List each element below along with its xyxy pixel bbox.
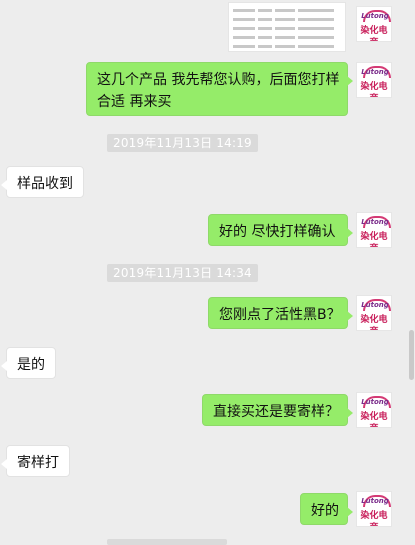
avatar-brand-top: Lutong — [361, 398, 389, 406]
avatar-brand-top: Lutong — [361, 218, 389, 226]
sender-avatar[interactable]: Lutong 染化电商 — [356, 6, 392, 42]
message-text-line: 合适 再来买 — [97, 94, 172, 110]
message-bubble[interactable]: 寄样打 — [1, 445, 70, 477]
chat-scrollbar[interactable] — [409, 330, 414, 380]
avatar-brand-top: Lutong — [361, 68, 389, 76]
timestamp-partial — [107, 539, 227, 545]
message-bubble[interactable]: 直接买还是要寄样？ — [202, 394, 353, 426]
sender-avatar[interactable]: Lutong 染化电商 — [356, 392, 392, 428]
avatar-brand-top: Lutong — [361, 301, 389, 309]
avatar-brand-top: Lutong — [361, 497, 389, 505]
avatar-brand-bottom: 染化电商 — [360, 26, 388, 41]
message-bubble[interactable]: 好的 — [300, 493, 353, 525]
message-bubble[interactable]: 是的 — [1, 347, 56, 379]
avatar-brand-top: Lutong — [361, 12, 389, 20]
timestamp: 2019年11月13日 14:34 — [107, 264, 258, 282]
shared-image[interactable] — [228, 2, 346, 52]
avatar-brand-bottom: 染化电商 — [360, 412, 388, 427]
message-bubble[interactable]: 样品收到 — [1, 166, 84, 198]
avatar-brand-bottom: 染化电商 — [360, 82, 388, 97]
avatar-brand-bottom: 染化电商 — [360, 315, 388, 330]
timestamp: 2019年11月13日 14:19 — [107, 134, 258, 152]
sender-avatar[interactable]: Lutong 染化电商 — [356, 295, 392, 331]
avatar-brand-bottom: 染化电商 — [360, 232, 388, 247]
sender-avatar[interactable]: Lutong 染化电商 — [356, 491, 392, 527]
message-bubble[interactable]: 这几个产品 我先帮您认购，后面您打样 合适 再来买 — [86, 62, 353, 116]
sender-avatar[interactable]: Lutong 染化电商 — [356, 62, 392, 98]
message-text-line: 这几个产品 我先帮您认购，后面您打样 — [97, 72, 340, 88]
message-bubble[interactable]: 好的 尽快打样确认 — [208, 214, 353, 246]
avatar-brand-bottom: 染化电商 — [360, 511, 388, 526]
message-bubble[interactable]: 您刚点了活性黑B？ — [208, 297, 353, 329]
sender-avatar[interactable]: Lutong 染化电商 — [356, 212, 392, 248]
